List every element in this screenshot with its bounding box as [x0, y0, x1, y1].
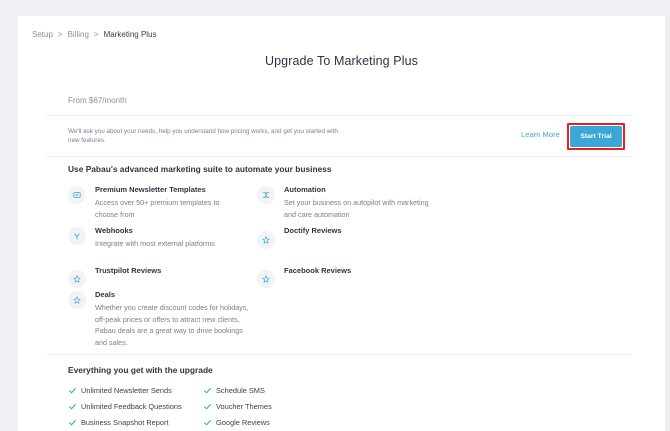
divider — [46, 354, 631, 355]
feature-title: Webhooks — [95, 226, 133, 235]
feature-automation: Automation Set your business on autopilo… — [257, 185, 447, 220]
upgrade-card: Setup > Billing > Marketing Plus Upgrade… — [18, 16, 665, 431]
breadcrumb: Setup > Billing > Marketing Plus — [32, 30, 157, 39]
learn-more-link[interactable]: Learn More — [521, 130, 560, 139]
benefit-label: Google Reviews — [216, 418, 270, 427]
newsletter-icon — [68, 186, 86, 204]
benefit-label: Voucher Themes — [216, 402, 272, 411]
automation-icon — [257, 186, 275, 204]
breadcrumb-billing[interactable]: Billing — [68, 30, 89, 39]
feature-title: Automation — [284, 185, 326, 194]
check-icon — [68, 387, 77, 394]
feature-trustpilot-reviews: Trustpilot Reviews — [68, 266, 258, 288]
divider — [46, 115, 631, 116]
benefit-item: Voucher Themes — [203, 402, 272, 411]
feature-title: Deals — [95, 290, 116, 299]
benefit-item: Unlimited Feedback Questions — [68, 402, 182, 411]
feature-facebook-reviews: Facebook Reviews — [257, 266, 447, 288]
breadcrumb-separator: > — [93, 30, 99, 39]
feature-newsletter-templates: Premium Newsletter Templates Access over… — [68, 185, 248, 220]
check-icon — [203, 403, 212, 410]
check-icon — [203, 387, 212, 394]
feature-title: Doctify Reviews — [284, 226, 342, 235]
feature-webhooks: Webhooks Integrate with most external pl… — [68, 226, 258, 250]
benefit-item: Schedule SMS — [203, 386, 265, 395]
check-icon — [68, 419, 77, 426]
breadcrumb-setup[interactable]: Setup — [32, 30, 53, 39]
star-icon — [68, 291, 86, 309]
check-icon — [203, 419, 212, 426]
feature-doctify-reviews: Doctify Reviews — [257, 226, 447, 249]
feature-description: Integrate with most external platforms — [95, 239, 215, 248]
benefit-label: Unlimited Feedback Questions — [81, 402, 182, 411]
feature-description: Access over 50+ premium templates to cho… — [95, 198, 220, 219]
benefit-label: Business Snapshot Report — [81, 418, 169, 427]
star-icon — [68, 270, 86, 288]
feature-description: Whether you create discount codes for ho… — [95, 303, 249, 347]
star-icon — [257, 231, 275, 249]
check-icon — [68, 403, 77, 410]
suite-title: Use Pabau's advanced marketing suite to … — [68, 164, 332, 174]
webhook-icon — [68, 227, 86, 245]
description-text: We'll ask you about your needs, help you… — [68, 128, 338, 144]
feature-title: Trustpilot Reviews — [95, 266, 162, 275]
divider — [46, 156, 631, 157]
benefit-item: Unlimited Newsletter Sends — [68, 386, 172, 395]
benefit-item: Business Snapshot Report — [68, 418, 169, 427]
upgrade-title: Everything you get with the upgrade — [68, 365, 213, 375]
breadcrumb-separator: > — [57, 30, 63, 39]
benefit-label: Unlimited Newsletter Sends — [81, 386, 172, 395]
feature-title: Premium Newsletter Templates — [95, 185, 206, 194]
benefit-item: Google Reviews — [203, 418, 270, 427]
feature-title: Facebook Reviews — [284, 266, 352, 275]
price-label: From $67/month — [68, 96, 127, 105]
start-trial-button[interactable]: Start Trial — [570, 126, 622, 147]
feature-description: Set your business on autopilot with mark… — [284, 198, 429, 219]
page-title: Upgrade To Marketing Plus — [264, 54, 419, 68]
benefit-label: Schedule SMS — [216, 386, 265, 395]
feature-deals: Deals Whether you create discount codes … — [68, 290, 268, 348]
breadcrumb-current: Marketing Plus — [103, 30, 157, 39]
star-icon — [257, 270, 275, 288]
